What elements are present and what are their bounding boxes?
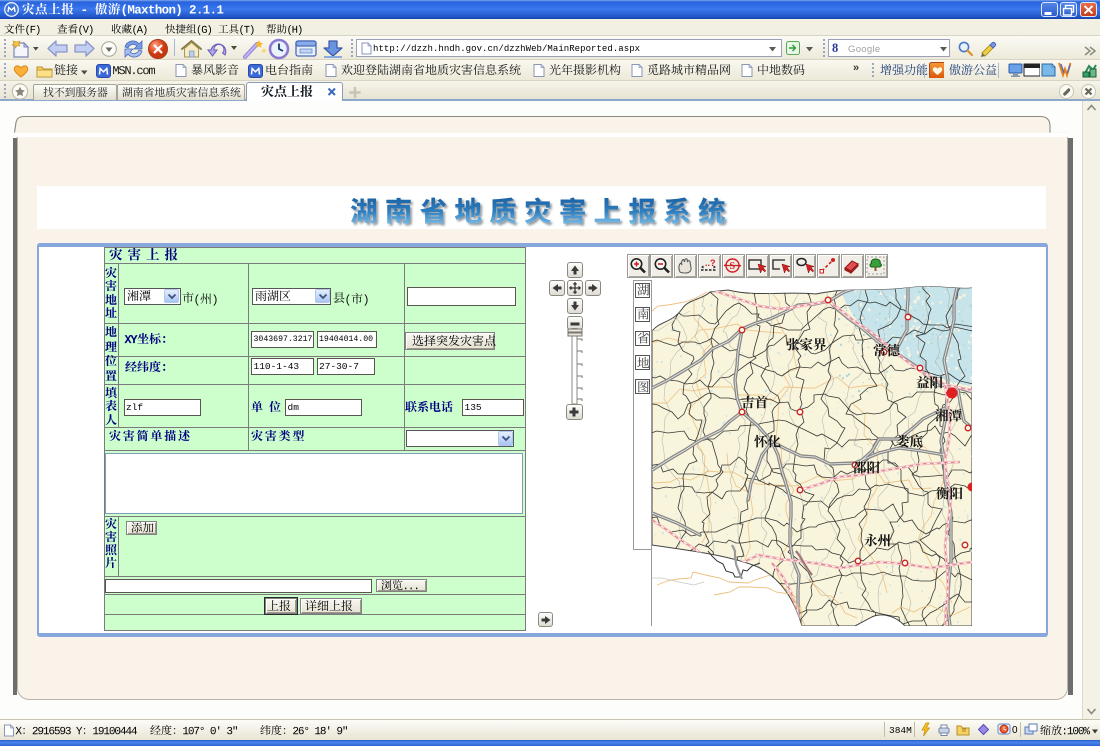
svg-text:S: S <box>730 261 736 272</box>
svg-text:..?: ..? <box>705 258 716 268</box>
